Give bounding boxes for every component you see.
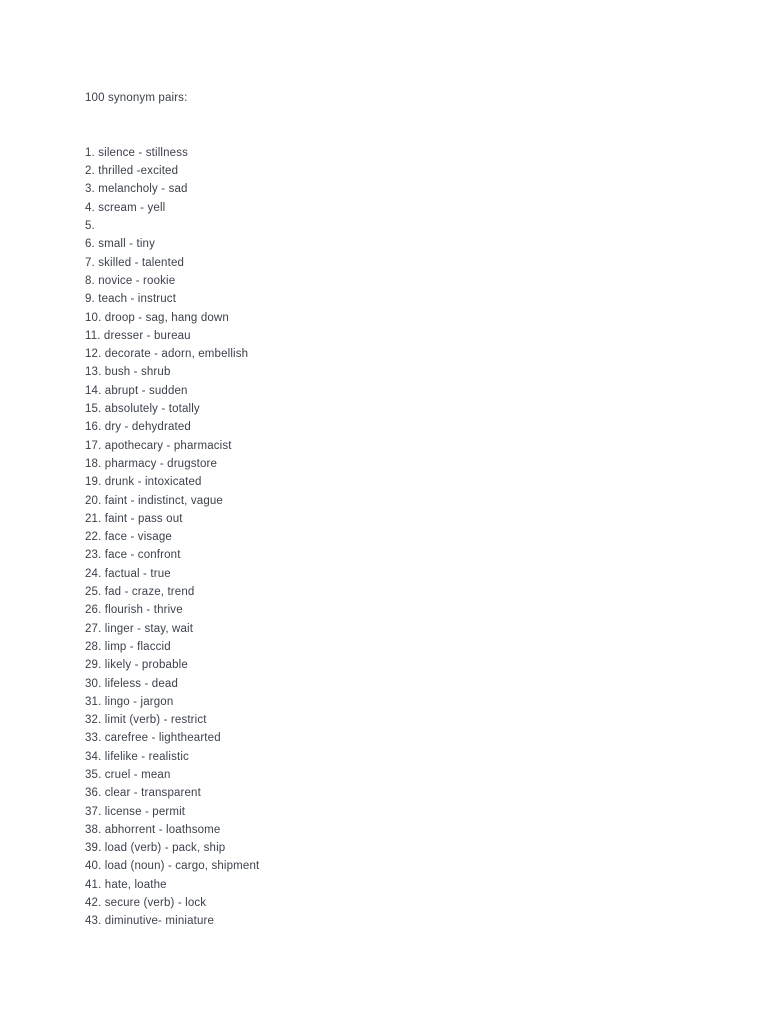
synonym-list-item: 37. license - permit xyxy=(85,805,186,818)
synonym-list-item: 11. dresser - bureau xyxy=(85,329,191,342)
synonym-list-item: 34. lifelike - realistic xyxy=(85,750,189,763)
synonym-list-item: 33. carefree - lighthearted xyxy=(85,732,221,745)
synonym-list-item: 38. abhorrent - loathsome xyxy=(85,823,221,836)
title-list-spacer xyxy=(85,107,728,144)
synonym-list-item: 9. teach - instruct xyxy=(85,293,177,306)
synonym-list-item: 29. likely - probable xyxy=(85,659,188,672)
document-page: 100 synonym pairs: 1. silence - stillnes… xyxy=(0,0,768,1024)
synonym-list-item: 23. face - confront xyxy=(85,549,181,562)
synonym-list-item: 40. load (noun) - cargo, shipment xyxy=(85,860,260,873)
synonym-list-item: 30. lifeless - dead xyxy=(85,677,178,690)
synonym-list-item: 17. apothecary - pharmacist xyxy=(85,439,232,452)
synonym-pairs-list: 1. silence - stillness 2. thrilled -excit… xyxy=(85,144,728,931)
synonym-list-item: 21. faint - pass out xyxy=(85,512,183,525)
synonym-list-item: 42. secure (verb) - lock xyxy=(85,897,207,910)
synonym-list-item: 7. skilled - talented xyxy=(85,256,185,269)
synonym-list-item: 10. droop - sag, hang down xyxy=(85,311,229,324)
synonym-list-item: 31. lingo - jargon xyxy=(85,695,174,708)
synonym-list-item: 3. melancholy - sad xyxy=(85,183,188,196)
synonym-list-item: 41. hate, loathe xyxy=(85,878,167,891)
synonym-list-item: 18. pharmacy - drugstore xyxy=(85,457,218,470)
synonym-list-item: 14. abrupt - sudden xyxy=(85,384,188,397)
synonym-list-item: 20. faint - indistinct, vague xyxy=(85,494,223,507)
synonym-list-item: 27. linger - stay, wait xyxy=(85,622,194,635)
synonym-list-item: 25. fad - craze, trend xyxy=(85,586,195,599)
synonym-list-item: 6. small - tiny xyxy=(85,238,155,251)
synonym-list-item: 4. scream - yell xyxy=(85,201,166,214)
synonym-list-item: 12. decorate - adorn, embellish xyxy=(85,348,249,361)
synonym-list-item: 1. silence - stillness xyxy=(85,146,189,159)
synonym-list-item: 35. cruel - mean xyxy=(85,768,171,781)
synonym-list-item: 16. dry - dehydrated xyxy=(85,421,191,434)
synonym-list-item: 43. diminutive- miniature xyxy=(85,915,215,928)
synonym-list-item: 2. thrilled -excited xyxy=(85,165,179,178)
synonym-list-item: 5. xyxy=(85,220,95,233)
synonym-list-item: 19. drunk - intoxicated xyxy=(85,476,202,489)
synonym-list-item: 36. clear - transparent xyxy=(85,787,201,800)
synonym-list-item: 22. face - visage xyxy=(85,531,172,544)
synonym-list-item: 8. novice - rookie xyxy=(85,274,176,287)
synonym-list-item: 24. factual - true xyxy=(85,567,171,580)
synonym-list-item: 32. limit (verb) - restrict xyxy=(85,714,207,727)
synonym-list-item: 13. bush - shrub xyxy=(85,366,171,379)
synonym-list-item: 15. absolutely - totally xyxy=(85,403,200,416)
synonym-list-item: 28. limp - flaccid xyxy=(85,640,171,653)
synonym-list-item: 26. flourish - thrive xyxy=(85,604,183,617)
document-body: 100 synonym pairs: 1. silence - stillnes… xyxy=(85,89,728,931)
synonym-list-item: 39. load (verb) - pack, ship xyxy=(85,842,226,855)
page-title: 100 synonym pairs: xyxy=(85,92,188,104)
